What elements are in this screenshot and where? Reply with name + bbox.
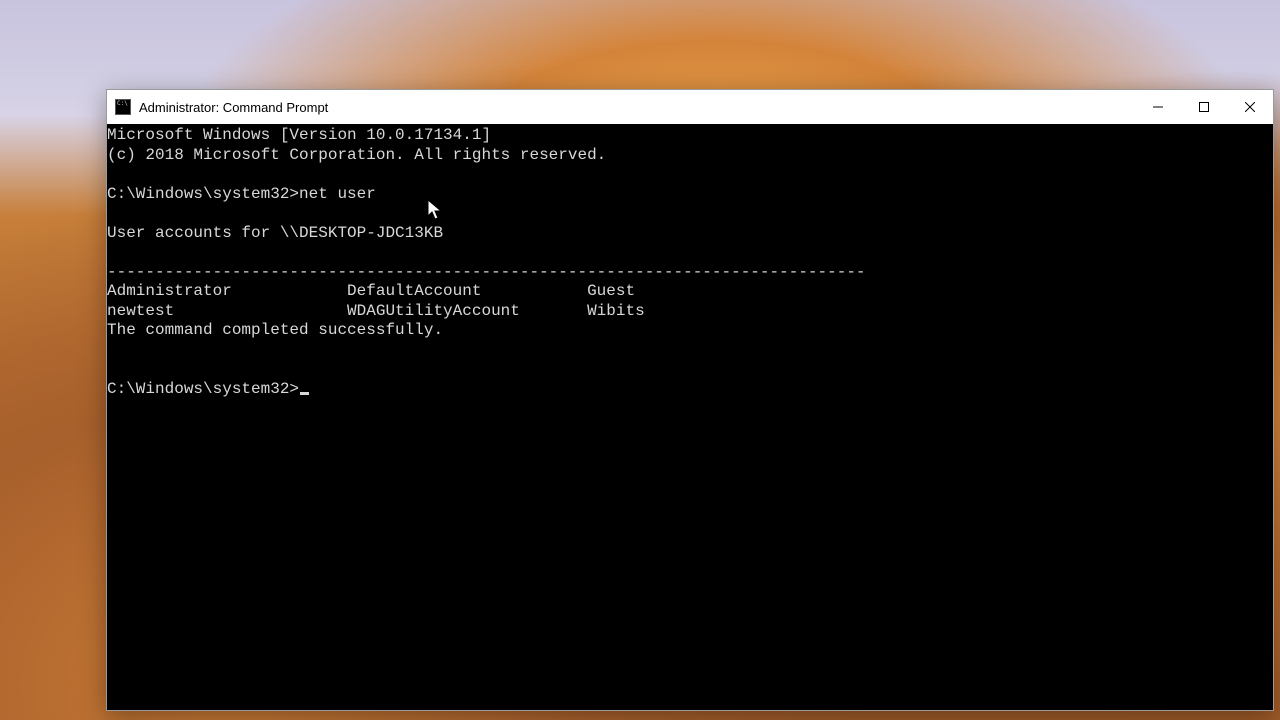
cmd-icon (115, 99, 131, 115)
terminal-line: Microsoft Windows [Version 10.0.17134.1] (107, 126, 491, 144)
command-prompt-window: Administrator: Command Prompt Microsoft … (106, 89, 1274, 711)
terminal-row: Administrator DefaultAccount Guest (107, 282, 635, 300)
maximize-icon (1199, 102, 1209, 112)
window-title: Administrator: Command Prompt (139, 100, 328, 115)
maximize-button[interactable] (1181, 90, 1227, 124)
terminal-divider: ----------------------------------------… (107, 263, 866, 281)
terminal-command: net user (299, 185, 376, 203)
terminal-cursor (300, 392, 309, 395)
minimize-button[interactable] (1135, 90, 1181, 124)
desktop-wallpaper: Administrator: Command Prompt Microsoft … (0, 0, 1280, 720)
terminal-line: User accounts for \\DESKTOP-JDC13KB (107, 224, 443, 242)
terminal-row: newtest WDAGUtilityAccount Wibits (107, 302, 645, 320)
terminal-output[interactable]: Microsoft Windows [Version 10.0.17134.1]… (107, 124, 1273, 710)
close-icon (1245, 102, 1255, 112)
close-button[interactable] (1227, 90, 1273, 124)
terminal-prompt: C:\Windows\system32> (107, 185, 299, 203)
terminal-line: (c) 2018 Microsoft Corporation. All righ… (107, 146, 606, 164)
window-titlebar[interactable]: Administrator: Command Prompt (107, 90, 1273, 124)
window-controls (1135, 90, 1273, 124)
minimize-icon (1153, 102, 1163, 112)
terminal-line: The command completed successfully. (107, 321, 443, 339)
terminal-prompt: C:\Windows\system32> (107, 380, 299, 398)
